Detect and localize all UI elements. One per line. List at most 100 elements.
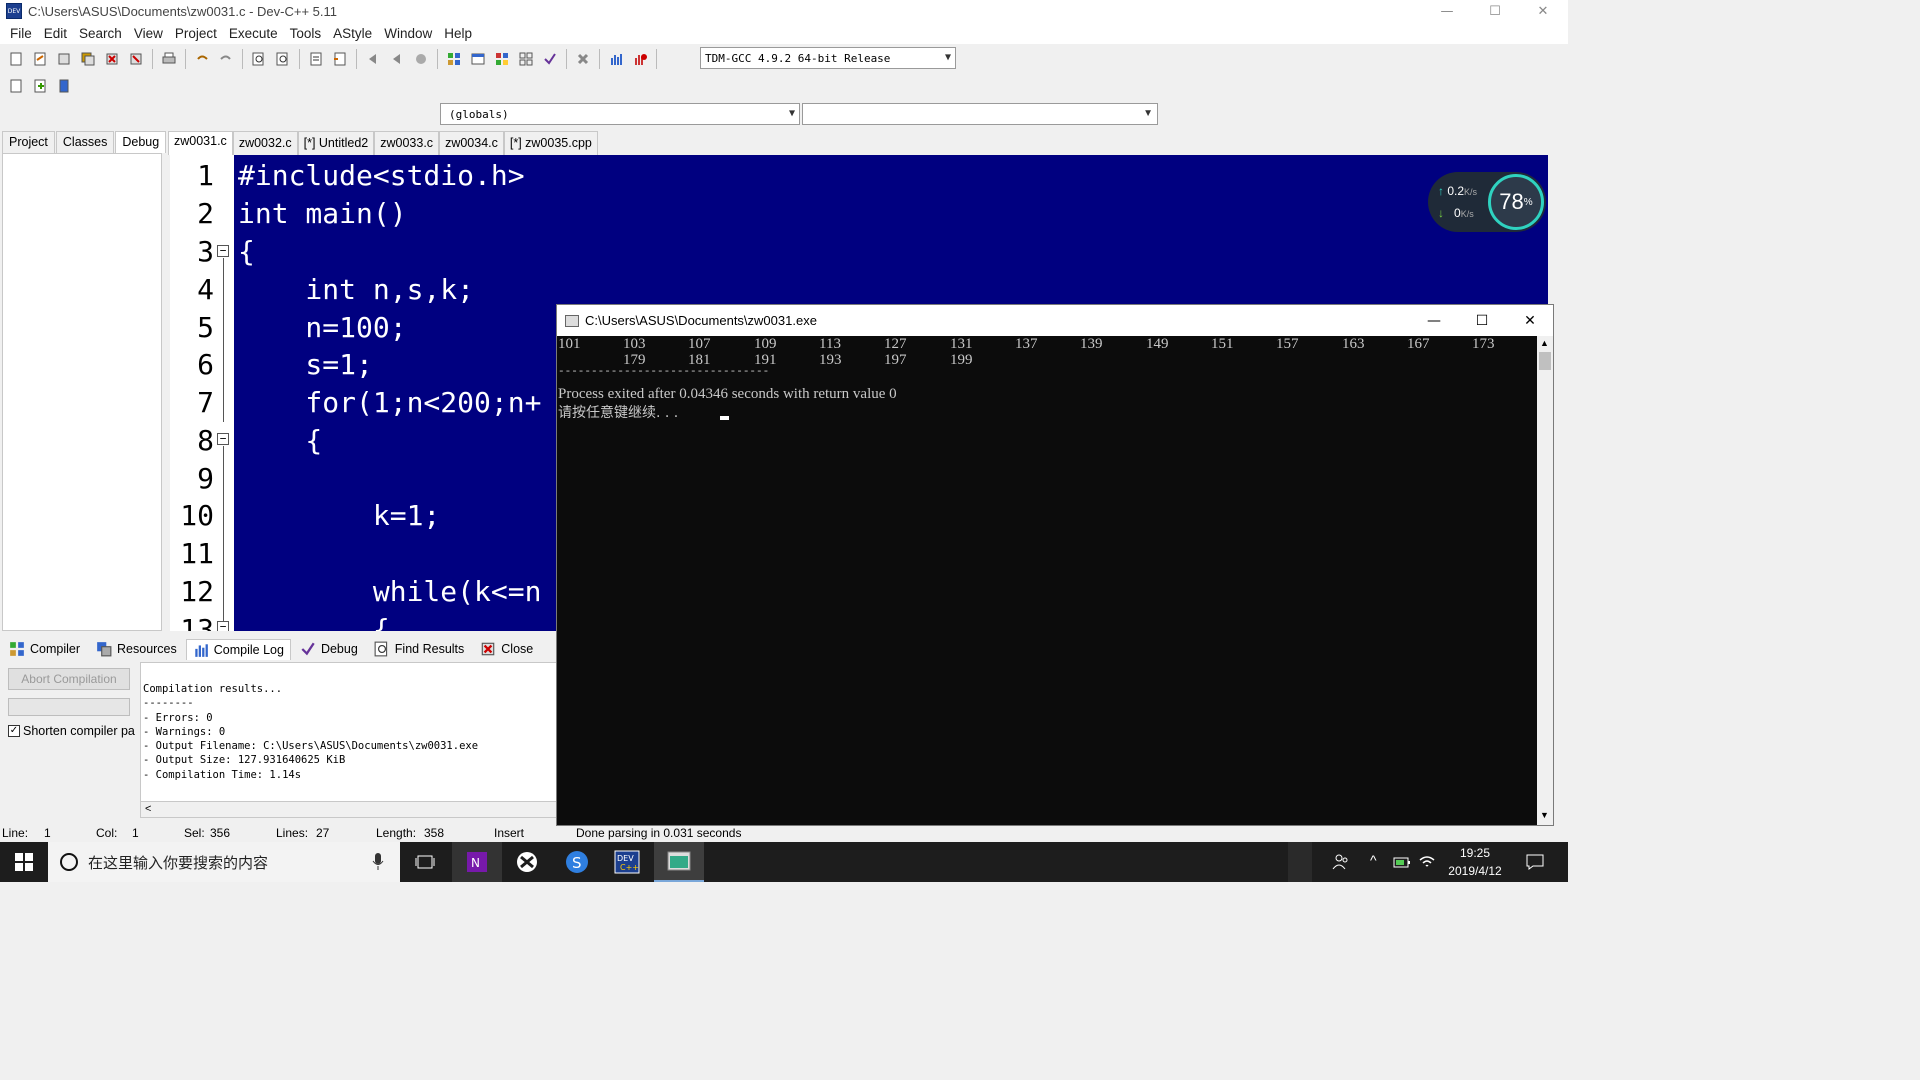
bookmark-prev-icon[interactable] (363, 49, 383, 69)
close-button[interactable]: ✕ (1520, 0, 1566, 22)
prime-output: 157 (1276, 336, 1299, 352)
console-output[interactable]: 101 103 107 109 113 127 131 137 139 149 … (557, 336, 1537, 825)
fold-minus-icon[interactable]: − (217, 433, 229, 445)
project-options-icon[interactable] (54, 76, 74, 96)
chevron-up-icon[interactable]: ^ (1370, 852, 1377, 868)
menu-astyle[interactable]: AStyle (327, 26, 378, 41)
notifications-icon[interactable] (1525, 853, 1545, 871)
delete-profile-icon[interactable] (630, 49, 650, 69)
run-icon[interactable] (468, 49, 488, 69)
wifi-icon[interactable] (1418, 854, 1436, 870)
taskbar-sogou[interactable]: S (552, 842, 602, 882)
editor-tab-zw0035[interactable]: [*] zw0035.cpp (503, 131, 598, 155)
rebuild-all-icon[interactable] (516, 49, 536, 69)
tab-compiler[interactable]: Compiler (2, 638, 87, 660)
line-number: 6 (197, 348, 214, 381)
console-close-button[interactable]: ✕ (1507, 305, 1553, 336)
cortana-icon (60, 853, 78, 871)
taskbar-xbox[interactable] (502, 842, 552, 882)
menu-tools[interactable]: Tools (284, 26, 328, 41)
open-file-icon[interactable] (30, 49, 50, 69)
redo-icon[interactable] (216, 49, 236, 69)
editor-tab-zw0034[interactable]: zw0034.c (439, 131, 504, 155)
menu-bar: File Edit Search View Project Execute To… (0, 22, 1568, 44)
code-line: k=1; (238, 499, 441, 532)
console-title-bar[interactable]: C:\Users\ASUS\Documents\zw0031.exe — ☐ ✕ (557, 305, 1553, 336)
editor-tab-zw0031[interactable]: zw0031.c (168, 131, 233, 155)
menu-edit[interactable]: Edit (38, 26, 73, 41)
syntax-check-icon[interactable] (540, 49, 560, 69)
compile-log-output[interactable]: Compilation results... -------- - Errors… (140, 662, 560, 802)
menu-file[interactable]: File (4, 26, 38, 41)
tab-find-results[interactable]: Find Results (367, 638, 471, 660)
menu-view[interactable]: View (128, 26, 169, 41)
status-col-label: Col: (96, 826, 118, 840)
replace-icon[interactable] (273, 49, 293, 69)
stop-execution-icon[interactable] (573, 49, 593, 69)
undo-icon[interactable] (192, 49, 212, 69)
tab-resources[interactable]: Resources (89, 638, 184, 660)
bookmark-next-icon[interactable] (387, 49, 407, 69)
editor-tab-zw0032[interactable]: zw0032.c (232, 131, 298, 155)
menu-window[interactable]: Window (378, 26, 438, 41)
tab-close[interactable]: Close (473, 638, 540, 660)
task-view-button[interactable] (400, 842, 450, 882)
editor-tab-untitled2[interactable]: [*] Untitled2 (297, 131, 375, 155)
add-to-project-icon[interactable] (30, 76, 50, 96)
globals-select[interactable]: (globals) ▼ (440, 103, 800, 125)
menu-execute[interactable]: Execute (223, 26, 284, 41)
tab-compile-log[interactable]: Compile Log (185, 638, 291, 660)
network-monitor-widget[interactable]: ↑ 0.2K/s ↓ 0K/s 78% (1428, 172, 1546, 232)
menu-help[interactable]: Help (438, 26, 478, 41)
tab-project[interactable]: Project (2, 131, 55, 153)
close-all-icon[interactable] (126, 49, 146, 69)
fold-minus-icon[interactable]: − (217, 621, 229, 631)
scroll-down-icon[interactable]: ▼ (1540, 810, 1549, 820)
menu-search[interactable]: Search (73, 26, 128, 41)
indent-icon[interactable] (306, 49, 326, 69)
menu-project[interactable]: Project (169, 26, 223, 41)
save-all-icon[interactable] (78, 49, 98, 69)
console-scroll-thumb[interactable] (1539, 352, 1551, 370)
minimize-button[interactable]: — (1424, 0, 1470, 22)
new-project-icon[interactable] (6, 76, 26, 96)
tab-debug[interactable]: Debug (115, 131, 167, 153)
console-scrollbar[interactable]: ▲ ▼ (1537, 336, 1553, 825)
members-select[interactable]: ▼ (802, 103, 1158, 125)
console-minimize-button[interactable]: — (1411, 305, 1457, 336)
taskbar-clock[interactable]: 19:25 2019/4/12 (1440, 844, 1510, 880)
prime-output: 107 (688, 336, 711, 352)
goto-line-icon[interactable] (411, 49, 431, 69)
scroll-up-icon[interactable]: ▲ (1540, 338, 1549, 348)
compiler-select[interactable]: TDM-GCC 4.9.2 64-bit Release ▼ (700, 47, 956, 69)
console-window[interactable]: C:\Users\ASUS\Documents\zw0031.exe — ☐ ✕… (556, 304, 1554, 826)
shorten-compiler-paths-checkbox[interactable]: ✓ Shorten compiler pa (8, 724, 135, 738)
editor-tab-zw0033[interactable]: zw0033.c (374, 131, 440, 155)
print-icon[interactable] (159, 49, 179, 69)
find-icon[interactable] (249, 49, 269, 69)
people-icon[interactable] (1332, 853, 1350, 871)
tab-classes[interactable]: Classes (55, 131, 115, 153)
profile-chart-icon[interactable] (606, 49, 626, 69)
prime-output: 151 (1211, 336, 1234, 352)
tab-debug-bottom[interactable]: Debug (293, 638, 365, 660)
unindent-icon[interactable] (330, 49, 350, 69)
close-file-icon[interactable] (102, 49, 122, 69)
new-file-icon[interactable] (6, 49, 26, 69)
console-maximize-button[interactable]: ☐ (1459, 305, 1505, 336)
scroll-left-icon[interactable]: < (145, 803, 151, 815)
compile-icon[interactable] (444, 49, 464, 69)
compile-run-icon[interactable] (492, 49, 512, 69)
taskbar-console[interactable] (654, 842, 704, 882)
taskbar-devcpp[interactable]: DEV C++ (602, 842, 652, 882)
console-cursor (720, 416, 729, 420)
log-horizontal-scrollbar[interactable]: < (140, 802, 560, 818)
fold-minus-icon[interactable]: − (217, 245, 229, 257)
start-button[interactable] (0, 842, 48, 882)
abort-compilation-button[interactable]: Abort Compilation (8, 668, 130, 690)
taskbar-search-box[interactable]: 在这里输入你要搜索的内容 (48, 842, 400, 882)
battery-icon[interactable] (1393, 855, 1411, 869)
save-icon[interactable] (54, 49, 74, 69)
maximize-button[interactable]: ☐ (1472, 0, 1518, 22)
taskbar-onenote[interactable]: N (452, 842, 502, 882)
